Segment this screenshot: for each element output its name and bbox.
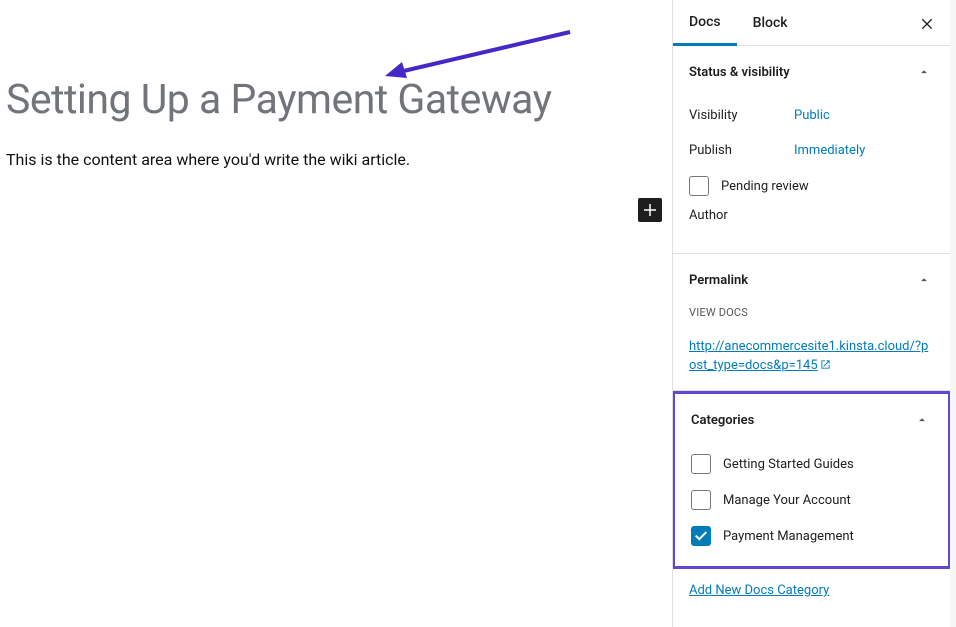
categories-panel: Categories Getting Started Guides Manage… <box>675 394 948 566</box>
chevron-up-icon <box>914 62 934 82</box>
pending-review-label: Pending review <box>721 179 809 194</box>
category-label: Getting Started Guides <box>723 457 854 472</box>
tab-docs[interactable]: Docs <box>673 0 737 46</box>
status-visibility-toggle[interactable]: Status & visibility <box>673 46 950 98</box>
category-checkbox-manage-account[interactable] <box>691 490 711 510</box>
visibility-value[interactable]: Public <box>794 108 830 123</box>
categories-toggle[interactable]: Categories <box>675 394 948 446</box>
category-label: Payment Management <box>723 529 854 544</box>
publish-row: Publish Immediately <box>689 133 934 168</box>
view-docs-label: VIEW DOCS <box>689 306 934 335</box>
publish-value[interactable]: Immediately <box>794 143 865 158</box>
categories-list: Getting Started Guides Manage Your Accou… <box>675 446 948 566</box>
close-icon <box>919 15 935 31</box>
panel-title: Categories <box>691 413 754 428</box>
panel-title: Permalink <box>689 273 748 288</box>
status-visibility-panel: Status & visibility Visibility Public Pu… <box>673 46 950 254</box>
panel-title: Status & visibility <box>689 65 790 80</box>
chevron-up-icon <box>912 410 932 430</box>
pending-review-checkbox[interactable] <box>689 176 709 196</box>
post-content[interactable]: This is the content area where you'd wri… <box>6 150 666 169</box>
permalink-panel: Permalink VIEW DOCS http://anecommercesi… <box>673 254 950 391</box>
visibility-row: Visibility Public <box>689 98 934 133</box>
category-checkbox-getting-started[interactable] <box>691 454 711 474</box>
add-new-category-link[interactable]: Add New Docs Category <box>673 569 950 612</box>
visibility-label: Visibility <box>689 108 794 123</box>
pending-review-row: Pending review <box>689 168 934 204</box>
category-label: Manage Your Account <box>723 493 851 508</box>
close-sidebar-button[interactable] <box>914 10 940 36</box>
publish-label: Publish <box>689 143 794 158</box>
tab-block[interactable]: Block <box>737 0 804 46</box>
external-link-icon <box>820 355 831 374</box>
chevron-up-icon <box>914 270 934 290</box>
author-label: Author <box>689 204 934 237</box>
add-block-button[interactable] <box>638 198 662 222</box>
category-item: Payment Management <box>691 518 932 554</box>
category-item: Manage Your Account <box>691 482 932 518</box>
plus-icon <box>641 201 659 219</box>
permalink-url[interactable]: http://anecommercesite1.kinsta.cloud/?po… <box>689 339 928 373</box>
category-item: Getting Started Guides <box>691 446 932 482</box>
settings-sidebar: Docs Block Status & visibility Visibilit… <box>672 0 956 627</box>
post-title[interactable]: Setting Up a Payment Gateway <box>6 76 666 124</box>
sidebar-tabs: Docs Block <box>673 0 950 46</box>
categories-highlight: Categories Getting Started Guides Manage… <box>673 391 951 569</box>
category-checkbox-payment-management[interactable] <box>691 526 711 546</box>
permalink-toggle[interactable]: Permalink <box>673 254 950 306</box>
editor-area: Setting Up a Payment Gateway This is the… <box>0 0 672 627</box>
